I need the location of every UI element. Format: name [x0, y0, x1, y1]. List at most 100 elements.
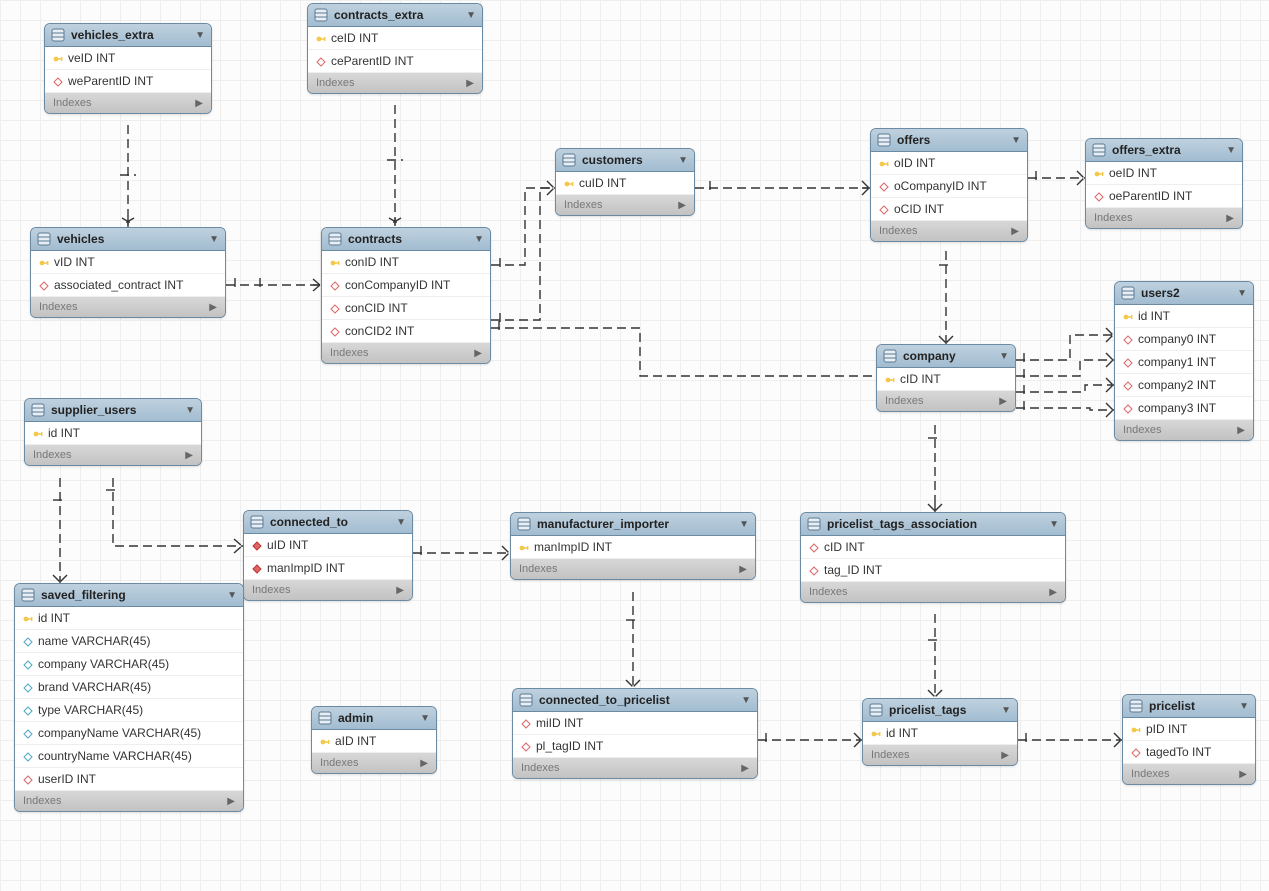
table-header[interactable]: contracts_extra ▼ [308, 4, 482, 27]
table-pricelist[interactable]: pricelist ▼ pID INT tagedTo INT Indexes … [1122, 694, 1256, 785]
table-column[interactable]: tagedTo INT [1123, 741, 1255, 764]
collapse-icon[interactable]: ▼ [741, 695, 751, 706]
collapse-icon[interactable]: ▼ [1049, 519, 1059, 530]
indexes-row[interactable]: Indexes ▶ [863, 745, 1017, 765]
indexes-row[interactable]: Indexes ▶ [1123, 764, 1255, 784]
table-column[interactable]: company VARCHAR(45) [15, 653, 243, 676]
expand-icon[interactable]: ▶ [1001, 750, 1009, 761]
expand-icon[interactable]: ▶ [1237, 425, 1245, 436]
collapse-icon[interactable]: ▼ [396, 517, 406, 528]
table-connected_to[interactable]: connected_to ▼ uID INT manImpID INT Inde… [243, 510, 413, 601]
expand-icon[interactable]: ▶ [1011, 226, 1019, 237]
table-header[interactable]: offers ▼ [871, 129, 1027, 152]
table-column[interactable]: cuID INT [556, 172, 694, 195]
table-contracts_extra[interactable]: contracts_extra ▼ ceID INT ceParentID IN… [307, 3, 483, 94]
table-column[interactable]: miID INT [513, 712, 757, 735]
collapse-icon[interactable]: ▼ [1011, 135, 1021, 146]
expand-icon[interactable]: ▶ [1226, 213, 1234, 224]
table-header[interactable]: manufacturer_importer ▼ [511, 513, 755, 536]
indexes-row[interactable]: Indexes ▶ [877, 391, 1015, 411]
expand-icon[interactable]: ▶ [1049, 587, 1057, 598]
collapse-icon[interactable]: ▼ [227, 590, 237, 601]
indexes-row[interactable]: Indexes ▶ [312, 753, 436, 773]
collapse-icon[interactable]: ▼ [474, 234, 484, 245]
indexes-row[interactable]: Indexes ▶ [556, 195, 694, 215]
table-offers[interactable]: offers ▼ oID INT oCompanyID INT oCID INT… [870, 128, 1028, 242]
collapse-icon[interactable]: ▼ [209, 234, 219, 245]
collapse-icon[interactable]: ▼ [999, 351, 1009, 362]
table-header[interactable]: connected_to_pricelist ▼ [513, 689, 757, 712]
table-header[interactable]: saved_filtering ▼ [15, 584, 243, 607]
table-column[interactable]: oCompanyID INT [871, 175, 1027, 198]
expand-icon[interactable]: ▶ [1239, 769, 1247, 780]
table-column[interactable]: oCID INT [871, 198, 1027, 221]
expand-icon[interactable]: ▶ [678, 200, 686, 211]
indexes-row[interactable]: Indexes ▶ [308, 73, 482, 93]
table-column[interactable]: oID INT [871, 152, 1027, 175]
indexes-row[interactable]: Indexes ▶ [31, 297, 225, 317]
table-pricelist_tags_association[interactable]: pricelist_tags_association ▼ cID INT tag… [800, 512, 1066, 603]
table-saved_filtering[interactable]: saved_filtering ▼ id INT name VARCHAR(45… [14, 583, 244, 812]
collapse-icon[interactable]: ▼ [678, 155, 688, 166]
collapse-icon[interactable]: ▼ [1226, 145, 1236, 156]
table-header[interactable]: users2 ▼ [1115, 282, 1253, 305]
expand-icon[interactable]: ▶ [227, 796, 235, 807]
collapse-icon[interactable]: ▼ [195, 30, 205, 41]
table-header[interactable]: pricelist_tags ▼ [863, 699, 1017, 722]
table-column[interactable]: id INT [863, 722, 1017, 745]
collapse-icon[interactable]: ▼ [1001, 705, 1011, 716]
table-column[interactable]: cID INT [877, 368, 1015, 391]
table-vehicles[interactable]: vehicles ▼ vID INT associated_contract I… [30, 227, 226, 318]
indexes-row[interactable]: Indexes ▶ [1086, 208, 1242, 228]
table-pricelist_tags[interactable]: pricelist_tags ▼ id INT Indexes ▶ [862, 698, 1018, 766]
collapse-icon[interactable]: ▼ [1239, 701, 1249, 712]
table-column[interactable]: ceParentID INT [308, 50, 482, 73]
table-header[interactable]: company ▼ [877, 345, 1015, 368]
table-column[interactable]: ceID INT [308, 27, 482, 50]
expand-icon[interactable]: ▶ [999, 396, 1007, 407]
expand-icon[interactable]: ▶ [185, 450, 193, 461]
table-vehicles_extra[interactable]: vehicles_extra ▼ veID INT weParentID INT… [44, 23, 212, 114]
expand-icon[interactable]: ▶ [195, 98, 203, 109]
table-column[interactable]: name VARCHAR(45) [15, 630, 243, 653]
expand-icon[interactable]: ▶ [420, 758, 428, 769]
table-header[interactable]: pricelist ▼ [1123, 695, 1255, 718]
collapse-icon[interactable]: ▼ [420, 713, 430, 724]
table-column[interactable]: company3 INT [1115, 397, 1253, 420]
collapse-icon[interactable]: ▼ [739, 519, 749, 530]
table-header[interactable]: supplier_users ▼ [25, 399, 201, 422]
indexes-row[interactable]: Indexes ▶ [511, 559, 755, 579]
expand-icon[interactable]: ▶ [396, 585, 404, 596]
indexes-row[interactable]: Indexes ▶ [15, 791, 243, 811]
indexes-row[interactable]: Indexes ▶ [801, 582, 1065, 602]
table-column[interactable]: aID INT [312, 730, 436, 753]
table-column[interactable]: manImpID INT [511, 536, 755, 559]
table-column[interactable]: id INT [15, 607, 243, 630]
expand-icon[interactable]: ▶ [741, 763, 749, 774]
table-column[interactable]: company2 INT [1115, 374, 1253, 397]
table-column[interactable]: oeID INT [1086, 162, 1242, 185]
table-column[interactable]: id INT [25, 422, 201, 445]
table-column[interactable]: company1 INT [1115, 351, 1253, 374]
table-column[interactable]: uID INT [244, 534, 412, 557]
indexes-row[interactable]: Indexes ▶ [25, 445, 201, 465]
table-column[interactable]: conCompanyID INT [322, 274, 490, 297]
table-column[interactable]: conCID INT [322, 297, 490, 320]
expand-icon[interactable]: ▶ [466, 78, 474, 89]
indexes-row[interactable]: Indexes ▶ [322, 343, 490, 363]
table-customers[interactable]: customers ▼ cuID INT Indexes ▶ [555, 148, 695, 216]
table-column[interactable]: associated_contract INT [31, 274, 225, 297]
indexes-row[interactable]: Indexes ▶ [513, 758, 757, 778]
table-header[interactable]: pricelist_tags_association ▼ [801, 513, 1065, 536]
table-column[interactable]: countryName VARCHAR(45) [15, 745, 243, 768]
collapse-icon[interactable]: ▼ [185, 405, 195, 416]
table-column[interactable]: type VARCHAR(45) [15, 699, 243, 722]
table-supplier_users[interactable]: supplier_users ▼ id INT Indexes ▶ [24, 398, 202, 466]
table-column[interactable]: userID INT [15, 768, 243, 791]
table-column[interactable]: oeParentID INT [1086, 185, 1242, 208]
collapse-icon[interactable]: ▼ [466, 10, 476, 21]
table-contracts[interactable]: contracts ▼ conID INT conCompanyID INT c… [321, 227, 491, 364]
table-manufacturer_importer[interactable]: manufacturer_importer ▼ manImpID INT Ind… [510, 512, 756, 580]
table-admin[interactable]: admin ▼ aID INT Indexes ▶ [311, 706, 437, 774]
indexes-row[interactable]: Indexes ▶ [871, 221, 1027, 241]
